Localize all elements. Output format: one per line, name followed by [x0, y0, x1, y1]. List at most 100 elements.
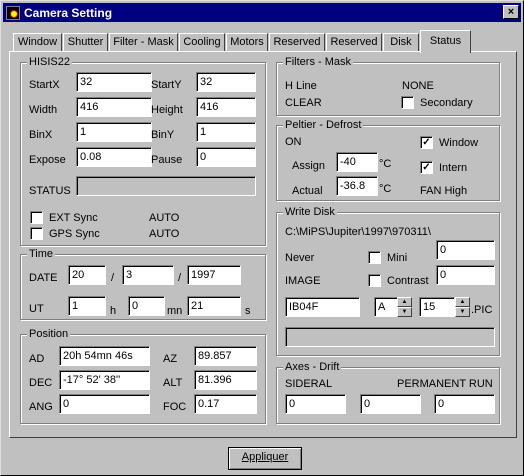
secondary-label: Secondary	[420, 97, 473, 109]
startx-label: StartX	[29, 79, 60, 91]
startx-field[interactable]: 32	[76, 72, 152, 92]
intern-label: Intern	[439, 162, 468, 174]
date-year-field[interactable]: 1997	[187, 265, 241, 285]
actual-unit: °C	[379, 183, 392, 195]
image-label: IMAGE	[285, 275, 321, 287]
ang-label: ANG	[29, 401, 53, 413]
az-field[interactable]: 89.857	[194, 346, 257, 366]
chevron-up-icon[interactable]: ▲	[397, 297, 412, 307]
mini-value-field[interactable]: 0	[436, 240, 495, 260]
number-field[interactable]: 15	[419, 297, 455, 317]
expose-label: Expose	[29, 154, 66, 166]
letter-spinner[interactable]: ▲ ▼	[397, 297, 412, 317]
axis-drift-3-field[interactable]: 0	[434, 394, 495, 414]
ext-sync-value: AUTO	[149, 212, 180, 224]
tab-window[interactable]: Window	[13, 33, 62, 52]
gps-sync-value: AUTO	[149, 228, 180, 240]
axis-drift-1-field[interactable]: 0	[285, 394, 346, 414]
peltier-on-label: ON	[285, 136, 302, 148]
chevron-down-icon[interactable]: ▼	[397, 307, 412, 317]
assign-temp-field[interactable]: -40	[336, 152, 378, 172]
tab-status[interactable]: Status	[420, 30, 471, 53]
ad-field[interactable]: 20h 54mn 46s	[59, 346, 150, 366]
filters-mask-group-title: Filters - Mask	[283, 55, 353, 69]
dec-field[interactable]: -17° 52' 38''	[59, 370, 150, 390]
axis-drift-2-field[interactable]: 0	[360, 394, 421, 414]
tab-disk[interactable]: Disk	[383, 33, 419, 52]
h-line-value: NONE	[402, 80, 434, 92]
position-group-title: Position	[27, 327, 71, 341]
biny-label: BinY	[151, 129, 175, 141]
pause-field[interactable]: 0	[196, 147, 256, 167]
expose-field[interactable]: 0.08	[76, 147, 152, 167]
write-disk-group-title: Write Disk	[283, 205, 337, 219]
starty-field[interactable]: 32	[196, 72, 256, 92]
alt-field[interactable]: 81.396	[194, 370, 257, 390]
h-line-label: H Line	[285, 80, 317, 92]
status-progress-bar	[76, 176, 256, 196]
biny-field[interactable]: 1	[196, 122, 256, 142]
contrast-label: Contrast	[387, 275, 429, 287]
tab-reserved-1[interactable]: Reserved	[269, 33, 325, 52]
gps-sync-checkbox[interactable]	[30, 227, 43, 240]
close-icon[interactable]: ×	[503, 5, 519, 19]
minutes-unit: mn	[167, 305, 183, 317]
date-month-field[interactable]: 3	[122, 265, 174, 285]
az-label: AZ	[163, 353, 178, 365]
sideral-label: SIDERAL	[285, 378, 333, 390]
assign-unit: °C	[379, 158, 392, 170]
peltier-defrost-group: Peltier - Defrost ON ✓ Window Assign -40…	[276, 118, 500, 201]
peltier-defrost-group-title: Peltier - Defrost	[283, 118, 364, 132]
ext-sync-checkbox[interactable]	[30, 211, 43, 224]
clear-label: CLEAR	[285, 97, 322, 109]
tab-reserved-2[interactable]: Reserved	[326, 33, 382, 52]
write-disk-group: Write Disk C:\MiPS\Jupiter\1997\970311\ …	[276, 205, 500, 356]
time-group-title: Time	[27, 247, 56, 261]
ang-field[interactable]: 0	[59, 394, 150, 414]
contrast-checkbox[interactable]	[368, 274, 381, 287]
status-label: STATUS	[29, 185, 71, 197]
secondary-checkbox[interactable]	[401, 96, 414, 109]
seconds-unit: s	[245, 305, 251, 317]
binx-field[interactable]: 1	[76, 122, 152, 142]
assign-label: Assign	[292, 160, 326, 172]
ut-seconds-field[interactable]: 21	[187, 296, 241, 316]
filename-field[interactable]: IB04F	[285, 297, 360, 317]
hours-unit: h	[110, 305, 117, 317]
camera-setting-window: Camera Setting × Window Shutter Filter -…	[0, 0, 524, 476]
width-field[interactable]: 416	[76, 97, 152, 117]
contrast-value-field[interactable]: 0	[436, 265, 495, 285]
filters-mask-group: Filters - Mask H Line NONE CLEAR Seconda…	[276, 55, 500, 116]
disk-path: C:\MiPS\Jupiter\1997\970311\	[285, 226, 431, 238]
gps-sync-label: GPS Sync	[49, 228, 100, 240]
ext-sync-label: EXT Sync	[49, 212, 98, 224]
tab-shutter[interactable]: Shutter	[63, 33, 108, 52]
ut-minutes-field[interactable]: 0	[128, 296, 165, 316]
intern-checkbox[interactable]: ✓	[420, 161, 433, 174]
date-separator-2: /	[178, 272, 182, 284]
height-field[interactable]: 416	[196, 97, 256, 117]
write-progress-bar	[285, 327, 495, 347]
apply-button[interactable]: Appliquer	[228, 447, 302, 470]
axes-drift-group: Axes - Drift SIDERAL PERMANENT RUN 0 0 0	[276, 360, 500, 424]
window-defrost-label: Window	[439, 137, 479, 149]
axes-drift-group-title: Axes - Drift	[283, 360, 342, 374]
tab-cooling[interactable]: Cooling	[179, 33, 225, 52]
time-group: Time DATE 20 / 3 / 1997 UT 1 h 0 mn 21 s	[20, 247, 266, 320]
actual-label: Actual	[292, 185, 323, 197]
ut-hours-field[interactable]: 1	[68, 296, 106, 316]
starty-label: StartY	[151, 79, 182, 91]
date-day-field[interactable]: 20	[68, 265, 106, 285]
width-label: Width	[29, 104, 58, 116]
letter-field[interactable]: A	[374, 297, 399, 317]
height-label: Height	[151, 104, 183, 116]
tab-motors[interactable]: Motors	[226, 33, 268, 52]
mini-checkbox[interactable]	[368, 251, 381, 264]
chevron-up-icon[interactable]: ▲	[455, 297, 470, 307]
tab-filter-mask[interactable]: Filter - Mask	[109, 33, 178, 52]
number-spinner[interactable]: ▲ ▼	[455, 297, 470, 317]
window-defrost-checkbox[interactable]: ✓	[420, 136, 433, 149]
chevron-down-icon[interactable]: ▼	[455, 307, 470, 317]
foc-field[interactable]: 0.17	[194, 394, 257, 414]
ut-label: UT	[29, 303, 44, 315]
